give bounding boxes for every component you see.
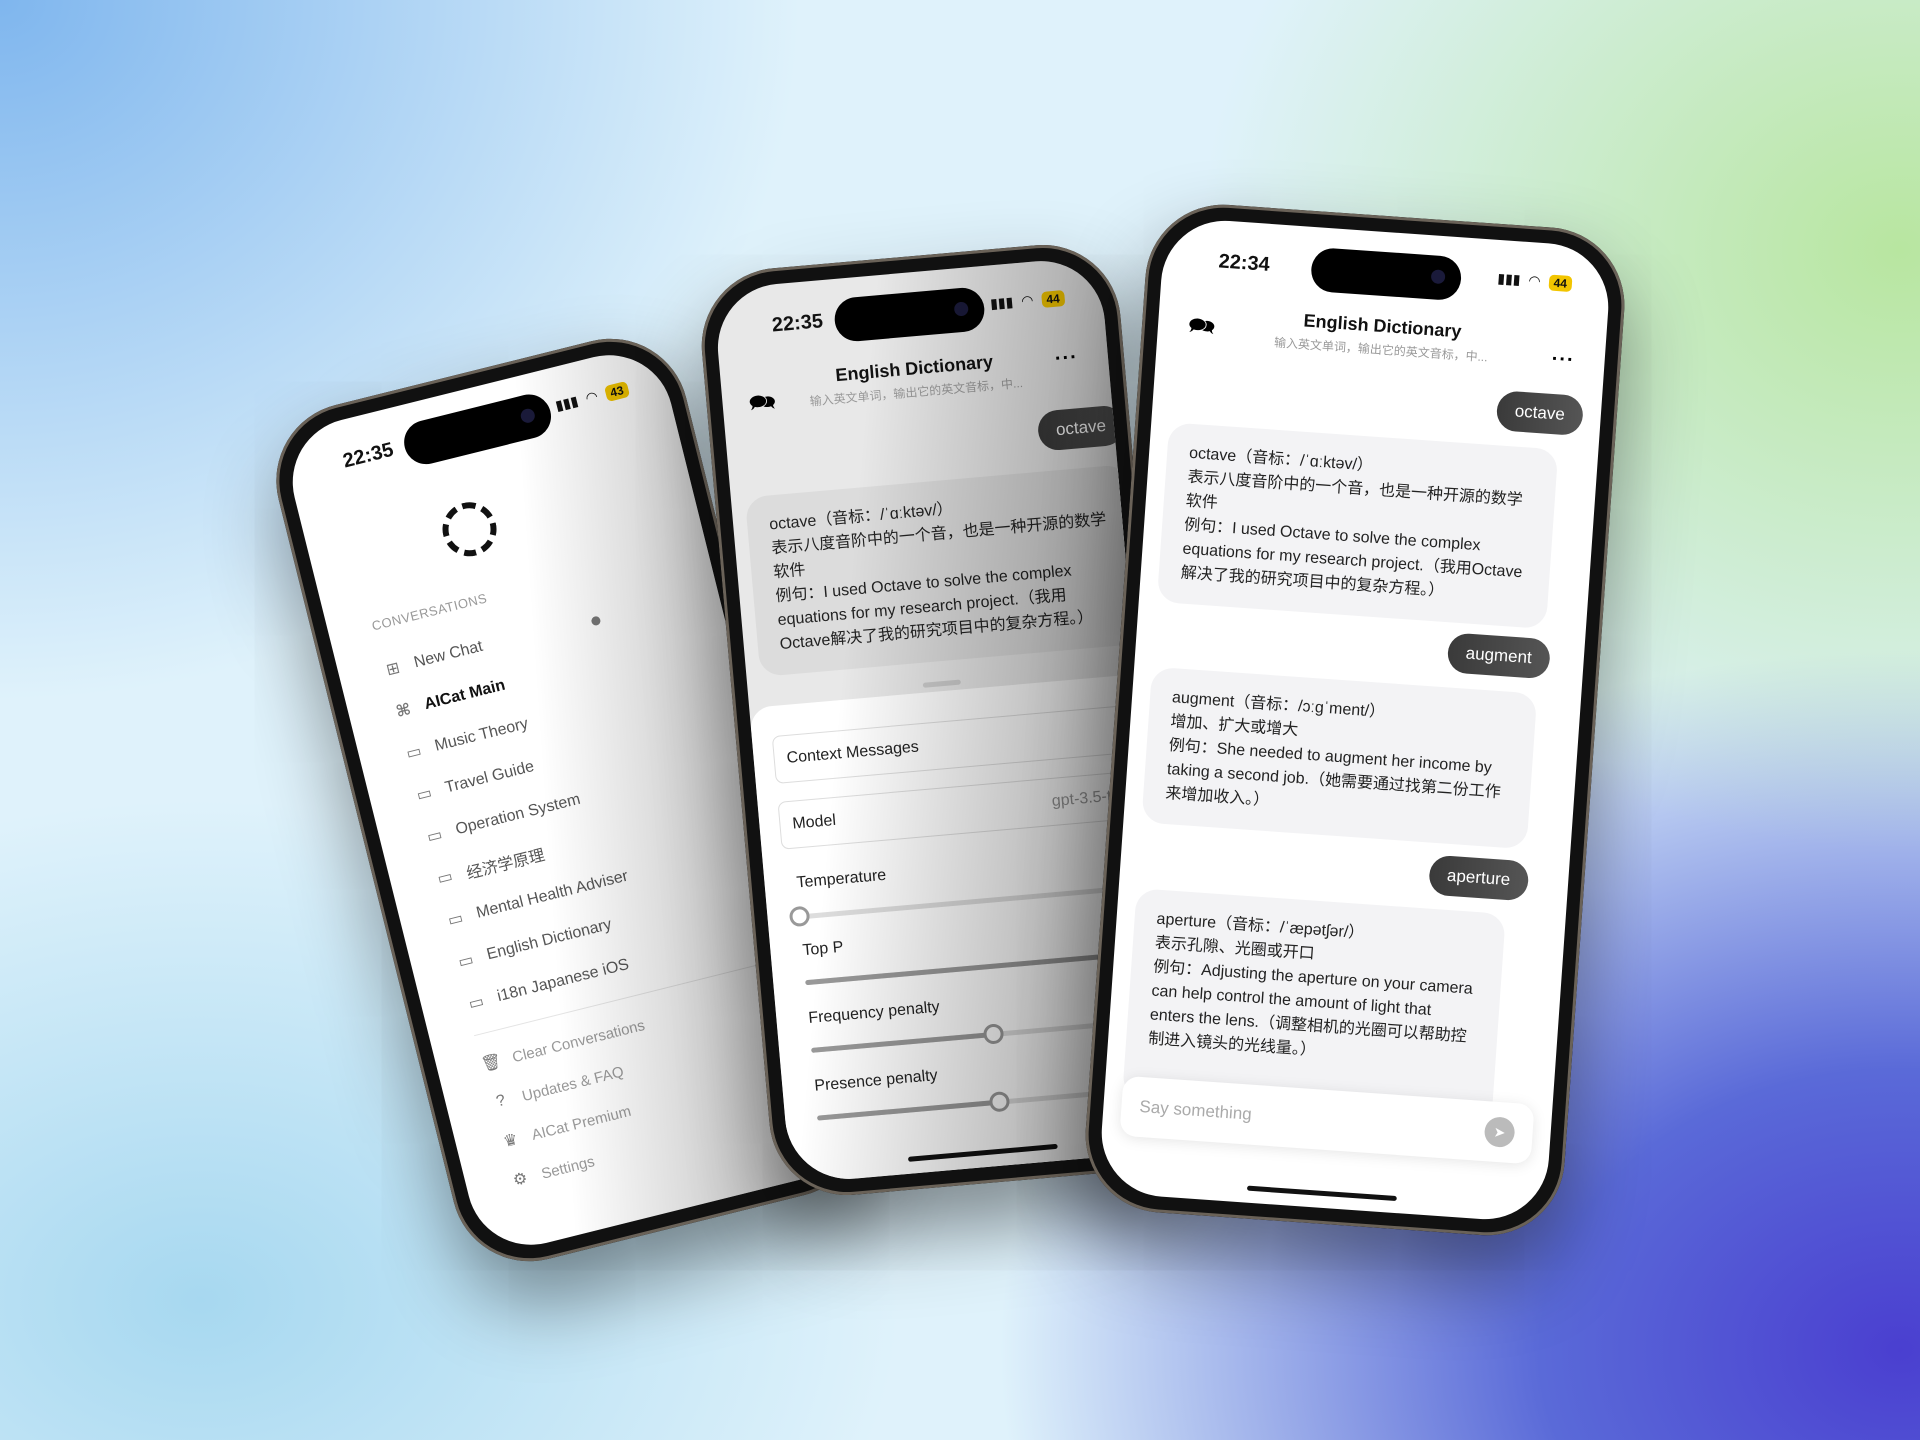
status-time: 22:35: [340, 438, 396, 473]
dynamic-island: [1309, 246, 1463, 302]
model-field[interactable]: Model gpt-3.5-turbo: [777, 768, 1159, 850]
slider-fill: [816, 1099, 1000, 1121]
trash-icon: 🗑: [479, 1052, 504, 1075]
chat-bubble-icon: ▭: [414, 784, 434, 805]
status-icons: ▮▮▮ ◠ 43: [554, 380, 631, 415]
status-icons: ▮▮▮ ◠ 44: [989, 289, 1066, 312]
signal-icon: ▮▮▮: [553, 392, 580, 414]
status-icons: ▮▮▮ ◠ 44: [1497, 270, 1573, 292]
more-icon[interactable]: ···: [1551, 348, 1575, 373]
user-message: octave: [1495, 390, 1585, 437]
home-indicator: [1246, 1185, 1397, 1202]
command-icon: ⌘: [394, 700, 413, 721]
wifi-icon: ◠: [1527, 272, 1542, 289]
chat-bubble-icon: ▭: [456, 950, 476, 972]
new-chat-icon: ⊞: [384, 659, 402, 679]
dynamic-island: [399, 389, 556, 469]
chat-bubble-icon: ▭: [404, 742, 424, 763]
question-icon: ?: [494, 1091, 508, 1111]
user-message: octave: [1036, 404, 1126, 452]
battery-icon: 44: [1040, 289, 1066, 308]
wifi-icon: ◠: [583, 387, 600, 407]
signal-icon: ▮▮▮: [1496, 269, 1522, 288]
nav-label: AICat Main: [422, 676, 507, 713]
frequency-penalty-label: Frequency penalty: [807, 998, 941, 1028]
chat-header: English Dictionary 输入英文单词，输出它的英文音标，中...: [720, 341, 1110, 417]
phone-chat: 22:34 ▮▮▮ ◠ 44 🗪 English Dictionary 输入英文…: [1080, 199, 1630, 1241]
field-label: Model: [791, 811, 837, 833]
assistant-message: augment（音标：/ɔːɡˈment/） 增加、扩大或增大 例句：She n…: [1141, 666, 1538, 850]
more-icon[interactable]: ···: [1054, 346, 1079, 371]
signal-icon: ▮▮▮: [989, 293, 1014, 312]
user-message: aperture: [1427, 854, 1530, 902]
battery-icon: 43: [603, 380, 631, 402]
wifi-icon: ◠: [1020, 291, 1035, 309]
battery-icon: 44: [1548, 273, 1573, 292]
send-icon[interactable]: ➤: [1483, 1116, 1516, 1149]
input-placeholder: Say something: [1138, 1096, 1253, 1124]
top-p-label: Top P: [801, 938, 845, 960]
chat-bubble-icon: ▭: [425, 825, 445, 846]
nav-label: New Chat: [412, 637, 485, 671]
chat-screen: 22:34 ▮▮▮ ◠ 44 🗪 English Dictionary 输入英文…: [1097, 216, 1613, 1224]
chat-bubble-icon: ▭: [435, 867, 455, 888]
slider-label: Temperature: [795, 866, 887, 892]
status-time: 22:35: [771, 310, 824, 337]
field-label: Context Messages: [786, 738, 920, 767]
dynamic-island: [832, 286, 987, 344]
chat-bubble-icon: ▭: [466, 992, 486, 1013]
chat-bubble-icon: ▭: [446, 909, 465, 930]
chat-header: English Dictionary 输入英文单词，输出它的英文音标，中...: [1157, 300, 1607, 373]
gear-icon: ⚙: [511, 1169, 530, 1190]
crown-icon: ♛: [501, 1130, 520, 1151]
assistant-message: octave（音标：/ˈɑːktəv/） 表示八度音阶中的一个音，也是一种开源的…: [1156, 422, 1559, 630]
nav-label: Settings: [539, 1152, 597, 1183]
assistant-message: octave（音标：/ˈɑːktəv/） 表示八度音阶中的一个音，也是一种开源的…: [744, 464, 1144, 677]
slider-fill: [811, 1031, 994, 1053]
sheet-grabber[interactable]: [922, 679, 961, 688]
slider-knob[interactable]: [788, 905, 811, 928]
presence-penalty-label: Presence penalty: [813, 1067, 939, 1095]
slider-knob[interactable]: [988, 1090, 1011, 1113]
user-message: augment: [1446, 632, 1552, 680]
slider-knob[interactable]: [982, 1023, 1005, 1045]
context-messages-field[interactable]: Context Messages0: [771, 703, 1153, 784]
status-time: 22:34: [1217, 250, 1271, 276]
app-logo-icon: [436, 496, 503, 562]
